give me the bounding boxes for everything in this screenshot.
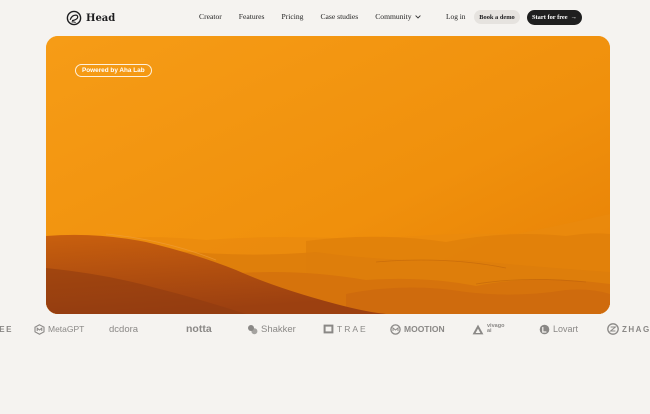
top-nav-bar: Head Creator Features Pricing Case studi…: [0, 0, 650, 36]
chevron-down-icon: [414, 14, 421, 19]
main-nav: Creator Features Pricing Case studies Co…: [199, 12, 421, 21]
logo-zhagee-right: ZHAGE: [607, 323, 650, 335]
logo-shakker: Shakker: [247, 323, 296, 335]
logo-trae: TRAE: [323, 323, 368, 335]
logo-vivago-text-group: vivago ai: [487, 323, 504, 335]
logo-dcdora-text: dcdora: [109, 323, 139, 335]
logo-zhagee-right-text: ZHAGE: [622, 324, 650, 334]
logo-vivago-sub: ai: [487, 328, 492, 334]
nav-features[interactable]: Features: [239, 12, 265, 21]
nav-case-studies[interactable]: Case studies: [320, 12, 358, 21]
brand-logo[interactable]: Head: [66, 9, 115, 27]
book-demo-button[interactable]: Book a demo: [474, 10, 520, 24]
desert-dunes-image: [46, 36, 610, 314]
logo-dcdora: dcdora: [109, 323, 138, 335]
logo-metagpt: MetaGPT: [34, 323, 84, 335]
logo-vivago: vivago ai: [472, 323, 504, 335]
logo-zhagee-left-text: AEE: [0, 324, 13, 334]
shakker-icon: [248, 324, 258, 334]
start-button-label: Start for free: [532, 14, 568, 21]
zhagee-icon: [607, 323, 619, 335]
partner-logos-strip: AEE MetaGPT dcdora notta Shakker TRAE: [0, 318, 650, 340]
logo-mootion: MOOTION: [390, 323, 445, 335]
logo-metagpt-text: MetaGPT: [48, 324, 85, 334]
logo-trae-text: TRAE: [337, 324, 368, 334]
head-logo-icon: [66, 10, 82, 26]
logo-notta: notta: [186, 323, 212, 335]
start-for-free-button[interactable]: Start for free →: [527, 10, 582, 25]
hero-banner: Powered by Aha Lab: [46, 36, 610, 314]
trae-icon: [323, 324, 334, 334]
lovart-icon: [539, 324, 550, 334]
arrow-right-icon: →: [570, 14, 577, 21]
vivago-icon: [472, 324, 484, 334]
logo-text: Head: [86, 12, 116, 24]
logo-lovart-text: Lovart: [553, 324, 579, 334]
logo-zhagee-left: AEE: [0, 323, 13, 335]
nav-pricing[interactable]: Pricing: [282, 12, 304, 21]
login-link[interactable]: Log in: [446, 12, 466, 21]
logo-notta-text: notta: [186, 323, 212, 335]
metagpt-icon: [34, 323, 45, 335]
logo-lovart: Lovart: [539, 323, 578, 335]
mootion-icon: [390, 323, 401, 335]
logo-mootion-text: MOOTION: [404, 324, 445, 334]
nav-community[interactable]: Community: [375, 12, 421, 21]
nav-community-label: Community: [375, 12, 412, 21]
logo-shakker-text: Shakker: [261, 323, 296, 335]
nav-creator[interactable]: Creator: [199, 12, 222, 21]
powered-by-badge: Powered by Aha Lab: [75, 64, 152, 77]
